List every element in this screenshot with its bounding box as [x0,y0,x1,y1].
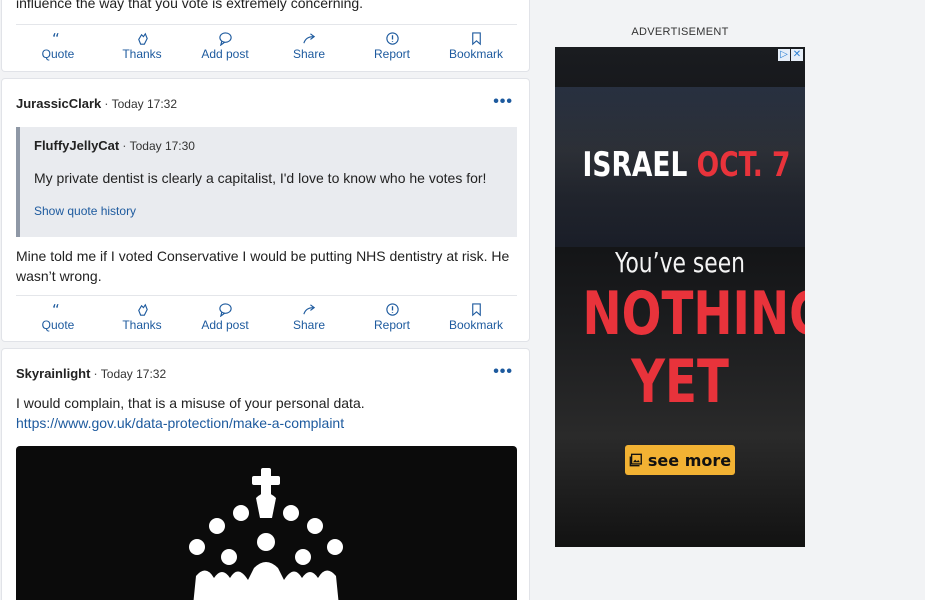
add-post-button[interactable]: Add post [183,31,267,61]
post-actions: “ Quote Thanks Add post Share Report Boo… [16,295,517,335]
alert-circle-icon [385,32,399,45]
post-actions: “ Quote Thanks Add post Share Report Boo… [16,24,517,64]
advertisement-banner[interactable]: ▷ ✕ ISRAEL OCT. 7 You’ve seen NOTHING YE… [555,47,805,547]
quote-button[interactable]: “ Quote [16,302,100,332]
quote-author-name[interactable]: FluffyJellyCat [34,138,119,153]
report-button[interactable]: Report [350,31,434,61]
post-body-line: Mine told me if I voted Conservative I w… [16,248,510,264]
more-options-button[interactable]: ••• [493,93,513,111]
embedded-image[interactable] [16,446,517,600]
quote-icon: “ [51,302,59,317]
quote-button[interactable]: “ Quote [16,31,100,61]
ad-choices-icon[interactable]: ▷ [778,49,790,61]
quote-block: FluffyJellyCat · Today 17:30 My private de… [16,127,517,237]
post-body-line: wasn’t wrong. [16,268,102,284]
bookmark-icon [471,32,481,46]
post-jurassicclark: JurassicClark · Today 17:32 ••• FluffyJell… [1,78,530,342]
post-body-line: I would complain, that is a misuse of yo… [16,395,365,411]
thanks-button[interactable]: Thanks [100,31,184,61]
quote-time[interactable]: Today 17:30 [130,139,195,153]
ad-big-text: YET [631,347,729,417]
add-post-button[interactable]: Add post [183,302,267,332]
see-more-label: see more [647,450,732,470]
alert-circle-icon [385,303,399,316]
speech-bubble-icon [218,303,232,317]
share-arrow-icon [302,33,315,44]
crown-logo-icon [189,468,343,600]
clapping-hands-icon [137,303,148,316]
thanks-button[interactable]: Thanks [100,302,184,332]
gallery-icon [629,453,642,467]
speech-bubble-icon [218,32,232,46]
thread-feed: influence the way that you vote is extre… [0,0,531,600]
ad-big-text: NOTHING [582,279,806,349]
quote-icon: “ [51,31,59,46]
bookmark-icon [471,303,481,317]
svg-text:“: “ [51,31,59,46]
ad-headline: ISRAEL OCT. 7 [582,145,791,185]
quote-text: My private dentist is clearly a capitali… [34,170,487,186]
bookmark-button[interactable]: Bookmark [434,31,518,61]
post-body-text: influence the way that you vote is extre… [16,0,364,11]
close-ad-icon[interactable]: ✕ [791,49,803,61]
clapping-hands-icon [137,32,148,45]
svg-text:“: “ [51,302,59,317]
post-header: JurassicClark · Today 17:32 [16,96,177,111]
quote-header: FluffyJellyCat · Today 17:30 [34,138,195,153]
ad-subheadline: You’ve seen [615,246,745,279]
post-body-text: Mine told me if I voted Conservative I w… [16,246,516,286]
share-button[interactable]: Share [267,31,351,61]
share-button[interactable]: Share [267,302,351,332]
report-button[interactable]: Report [350,302,434,332]
author-name[interactable]: Skyrainlight [16,366,90,381]
author-name[interactable]: JurassicClark [16,96,101,111]
separator: · [104,96,109,111]
separator: · [122,138,127,153]
post-previous: influence the way that you vote is extre… [1,0,530,72]
show-quote-history-link[interactable]: Show quote history [34,204,136,218]
post-time[interactable]: Today 17:32 [112,97,177,111]
see-more-button[interactable]: see more [625,445,735,475]
post-time[interactable]: Today 17:32 [101,367,166,381]
post-body-text: I would complain, that is a misuse of yo… [16,393,516,433]
post-header: Skyrainlight · Today 17:32 [16,366,166,381]
share-arrow-icon [302,304,315,315]
complaint-link[interactable]: https://www.gov.uk/data-protection/make-… [16,415,344,431]
post-skyrainlight: Skyrainlight · Today 17:32 ••• I would com… [1,348,530,600]
advertisement-label: ADVERTISEMENT [631,26,729,38]
separator: · [93,366,98,381]
bookmark-button[interactable]: Bookmark [434,302,518,332]
more-options-button[interactable]: ••• [493,363,513,381]
ad-choices-badge[interactable]: ▷ ✕ [778,49,803,61]
